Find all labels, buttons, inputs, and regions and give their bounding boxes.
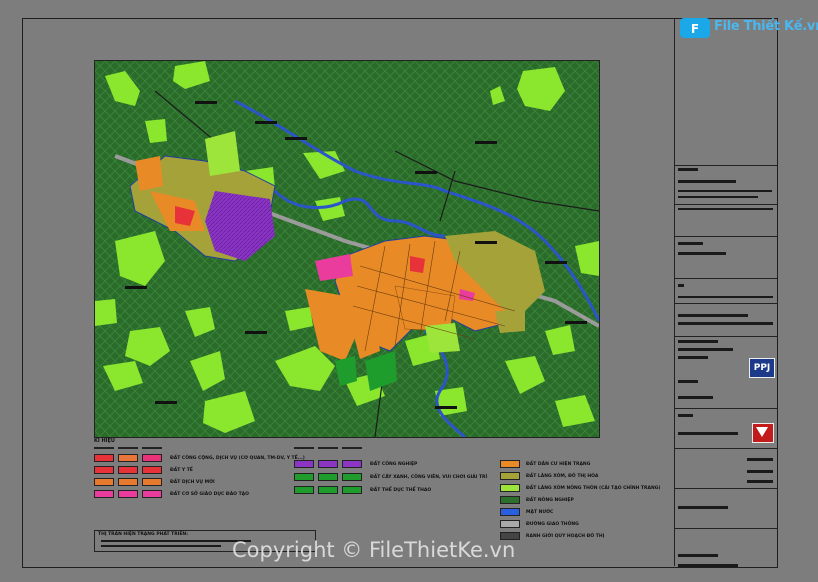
legend-swatch — [318, 460, 338, 468]
note-title: THỊ TRẤN HIỆN TRẠNG PHÁT TRIỂN: — [98, 532, 188, 537]
note-text-line — [101, 540, 251, 542]
legend-swatch — [342, 460, 362, 468]
legend-swatch — [94, 490, 114, 498]
legend-swatch — [294, 486, 314, 494]
legend-label: ĐẤT CÔNG NGHIỆP — [370, 462, 418, 467]
legend-label: ĐẤT LÀNG XÓM NÔNG THÔN (CẢI TẠO CHỈNH TR… — [526, 486, 661, 491]
legend-label: ĐẤT CƠ SỞ GIÁO DỤC ĐÀO TẠO — [170, 492, 249, 497]
title-block — [674, 18, 777, 567]
legend-swatch — [142, 490, 162, 498]
legend-swatch — [118, 490, 138, 498]
title-text-line — [678, 196, 758, 198]
title-text-line — [678, 190, 772, 192]
title-block-divider — [675, 236, 777, 237]
title-text-line — [678, 380, 698, 383]
title-text-line — [747, 458, 773, 461]
legend-swatch — [294, 460, 314, 468]
legend-label: ĐẤT NÔNG NGHIỆP — [526, 498, 574, 503]
title-text-line — [678, 340, 718, 343]
title-text-line — [678, 208, 773, 210]
legend-label: MẶT NƯỚC — [526, 510, 554, 515]
legend-header-bar — [142, 447, 162, 449]
note-text-line — [101, 545, 221, 547]
title-text-line — [678, 296, 773, 298]
title-text-line — [678, 348, 733, 351]
legend-swatch — [94, 478, 114, 486]
legend-header-bar — [118, 447, 138, 449]
legend-swatch — [318, 473, 338, 481]
legend-label: ĐẤT LÀNG XÓM, ĐÔ THỊ HÓA — [526, 474, 599, 479]
title-block-divider — [675, 336, 777, 337]
legend-swatch — [294, 473, 314, 481]
title-block-divider — [675, 408, 777, 409]
title-text-line — [747, 480, 773, 483]
title-text-line — [678, 432, 738, 435]
legend-label: ĐẤT DÂN CƯ HIỆN TRẠNG — [526, 462, 591, 467]
legend-label: ĐẤT CÂY XANH, CÔNG VIÊN, VUI CHƠI GIẢI T… — [370, 475, 488, 480]
title-block-divider — [675, 165, 777, 166]
legend-header-bar — [294, 447, 314, 449]
title-text-line — [678, 564, 738, 567]
title-text-line — [678, 180, 736, 183]
ppj-logo: PPJ — [749, 358, 775, 378]
logo-text: File Thiết Kế.vn — [714, 19, 818, 34]
drawing-sheet: KÍ HIỆU ĐẤT CÔNG CỘNG, DỊCH VỤ (CƠ QUAN,… — [0, 0, 818, 582]
legend-swatch — [500, 484, 520, 492]
company-logo-icon — [752, 423, 774, 443]
legend-swatch — [94, 466, 114, 474]
legend-label: ĐẤT DỊCH VỤ MỚI — [170, 480, 215, 485]
legend-swatch — [500, 472, 520, 480]
legend-title: KÍ HIỆU — [94, 438, 115, 444]
legend-swatch — [500, 520, 520, 528]
legend-swatch — [142, 454, 162, 462]
legend-swatch — [142, 478, 162, 486]
title-text-line — [678, 168, 698, 171]
legend-label: ĐẤT Y TẾ — [170, 468, 193, 473]
legend-swatch — [500, 496, 520, 504]
title-block-divider — [675, 303, 777, 304]
title-text-line — [678, 356, 708, 359]
svg-text:F: F — [691, 22, 699, 36]
title-block-divider — [675, 448, 777, 449]
title-text-line — [678, 322, 773, 325]
title-text-line — [678, 252, 726, 255]
legend-header-bar — [318, 447, 338, 449]
title-text-line — [678, 396, 713, 399]
title-text-line — [678, 414, 693, 417]
title-text-line — [678, 506, 728, 509]
legend-label: ĐẤT THỂ DỤC THỂ THAO — [370, 488, 432, 493]
legend-swatch — [500, 508, 520, 516]
title-text-line — [678, 284, 684, 287]
legend-swatch — [342, 473, 362, 481]
legend-swatch — [318, 486, 338, 494]
legend-swatch — [500, 460, 520, 468]
map-canvas — [95, 61, 599, 437]
legend-swatch — [142, 466, 162, 474]
legend-swatch — [118, 478, 138, 486]
legend-header-bar — [94, 447, 114, 449]
legend-swatch — [94, 454, 114, 462]
legend-swatch — [118, 454, 138, 462]
title-block-divider — [675, 204, 777, 205]
logo-icon: F — [680, 18, 710, 38]
title-text-line — [747, 470, 773, 473]
watermark: Copyright © FileThietKe.vn — [232, 538, 516, 562]
legend-swatch — [118, 466, 138, 474]
land-use-map — [94, 60, 600, 438]
title-text-line — [678, 242, 703, 245]
title-text-line — [678, 314, 748, 317]
legend-header-bar — [342, 447, 362, 449]
title-block-divider — [675, 488, 777, 489]
title-text-line — [678, 554, 718, 557]
title-block-divider — [675, 528, 777, 529]
legend-label: ĐƯỜNG GIAO THÔNG — [526, 522, 579, 527]
legend-label: RANH GIỚI QUY HOẠCH ĐÔ THỊ — [526, 534, 605, 539]
title-block-divider — [675, 278, 777, 279]
legend-label: ĐẤT CÔNG CỘNG, DỊCH VỤ (CƠ QUAN, TM-DV, … — [170, 456, 305, 461]
legend-swatch — [342, 486, 362, 494]
